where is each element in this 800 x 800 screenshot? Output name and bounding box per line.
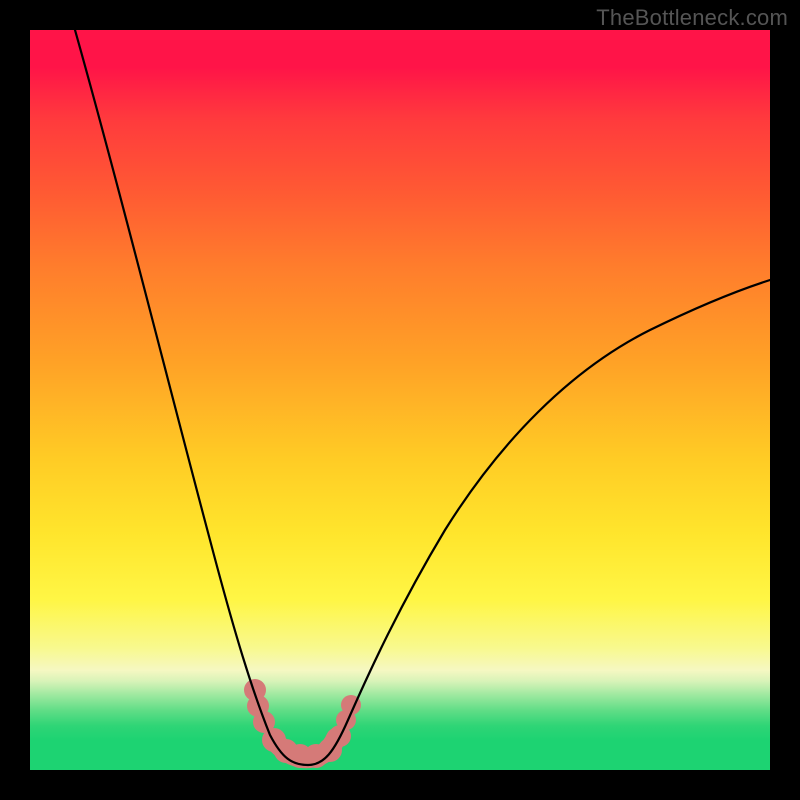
bottleneck-curve: [75, 30, 770, 765]
curve-layer: [30, 30, 770, 770]
chart-frame: TheBottleneck.com: [0, 0, 800, 800]
watermark-text: TheBottleneck.com: [596, 5, 788, 31]
trough-highlight: [244, 679, 361, 768]
plot-area: [30, 30, 770, 770]
